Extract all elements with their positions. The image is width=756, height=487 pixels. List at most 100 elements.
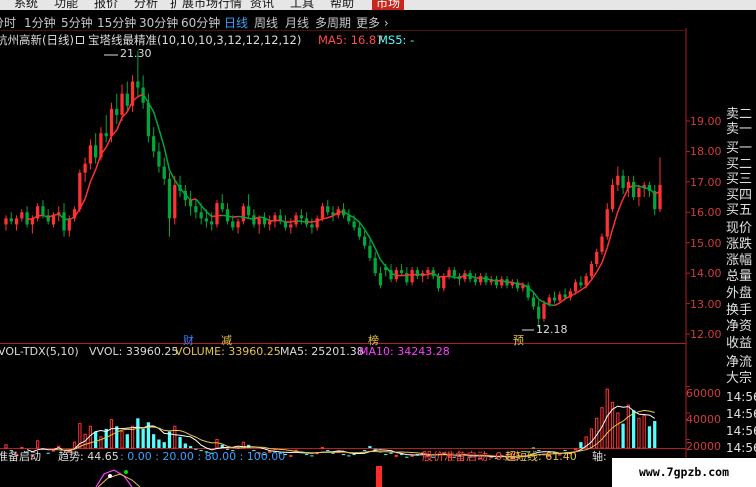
trade-time: 14:56 [726,441,756,455]
candle-body [558,294,562,301]
volume-bar [405,456,409,458]
volume-bar [579,442,583,448]
quote-label: 买三 [726,172,753,187]
price-ma-line [216,214,223,217]
candle-body [600,236,604,252]
high-price-label: 21.30 [120,47,152,60]
price-tick: 12.00 [690,328,722,341]
volume-bar [621,423,625,448]
low-price-label: 12.18 [536,323,568,336]
trade-time: 14:56 [726,407,756,421]
volume-bar [125,434,129,448]
quote-label: 买一 [726,141,753,156]
price-ma-line [454,276,460,279]
candle-body [595,251,599,265]
volume-bar [4,444,8,449]
candle-body [9,218,13,222]
price-ma-line [443,275,450,278]
candle-body [194,206,198,213]
candle-body [447,270,451,277]
volume-bar [215,439,219,449]
price-ma-line [158,128,165,148]
candle-body [579,282,583,286]
volume-bar [72,441,77,449]
trade-time: 14:56 [726,390,756,404]
volume-bar [46,452,50,454]
quote-label: 净流 [726,355,753,370]
price-ma-line [611,211,619,230]
candle-body [215,203,219,225]
candle-body [162,166,166,179]
candle-body [41,206,45,216]
price-ma-line [248,217,254,220]
candle-body [589,264,594,277]
volume-ma5: MA5: 25201.38 [280,345,364,358]
price-ma-line [422,273,429,276]
candle-body [62,212,66,231]
price-tick: 18.00 [690,145,722,158]
quote-label: 换手 [726,303,753,318]
price-ma-line [353,217,360,223]
price-ma-line [222,214,228,217]
event-marker-forecast[interactable]: 预 [513,332,524,348]
price-ma-line [168,169,176,181]
candle-body [14,218,19,225]
candle-body [473,279,478,283]
candle-body [552,297,557,301]
candle-body [257,218,261,225]
candle-body [547,297,551,304]
candle-body [542,303,546,319]
indicator-point [124,470,128,474]
candle-body [246,206,251,216]
volume-bar [310,455,314,457]
candle-body [363,236,367,246]
volume-bar [183,443,187,448]
price-ma-line [417,273,423,276]
volume-bar [347,455,351,457]
candle-body [136,81,140,88]
price-ma-line [496,279,502,282]
candle-body [658,184,662,210]
quote-label: 买二 [726,157,753,172]
volume-bar [363,450,367,452]
candle-body [310,224,314,228]
kline-chart[interactable] [0,0,756,487]
price-ma-line [200,205,207,213]
candle-body [442,276,446,289]
candle-body [368,245,372,258]
quote-label: 外盘 [726,286,753,301]
candle-body [173,184,177,219]
price-ma-line [280,219,286,223]
candle-body [20,212,24,219]
bottom-indicator-name: 准备启动 [0,450,41,463]
volume-bar [120,431,124,449]
volume-bar [88,425,93,449]
volume-bar [653,420,657,448]
candle-body [352,221,356,228]
candle-body [452,270,456,277]
candle-body [188,200,193,207]
candle-body [109,108,114,137]
quote-label: 卖二 [726,107,753,122]
volume-bar [616,412,620,449]
candle-body [51,215,56,225]
quote-label: 买五 [726,203,753,218]
volume-bar [136,418,140,448]
candle-body [410,270,414,283]
volume-tick: 60000 [686,387,721,400]
candle-body [88,145,93,164]
volume-indicator-name: VOL-TDX(5,10) [0,345,79,358]
candle-body [78,172,82,210]
volume-bar [389,452,393,454]
price-tick: 15.00 [690,237,722,250]
volume-bar [589,428,594,449]
price-ma-line [622,187,630,200]
candle-body [94,145,98,158]
quote-label: 总量 [726,269,753,284]
volume-value: VOLUME: 33960.25 [175,345,281,358]
volume-bar [51,449,56,452]
price-ma-line [116,117,123,131]
trade-time: 14:56 [726,424,756,438]
volume-bar [368,446,372,448]
volume-bar [642,415,646,449]
